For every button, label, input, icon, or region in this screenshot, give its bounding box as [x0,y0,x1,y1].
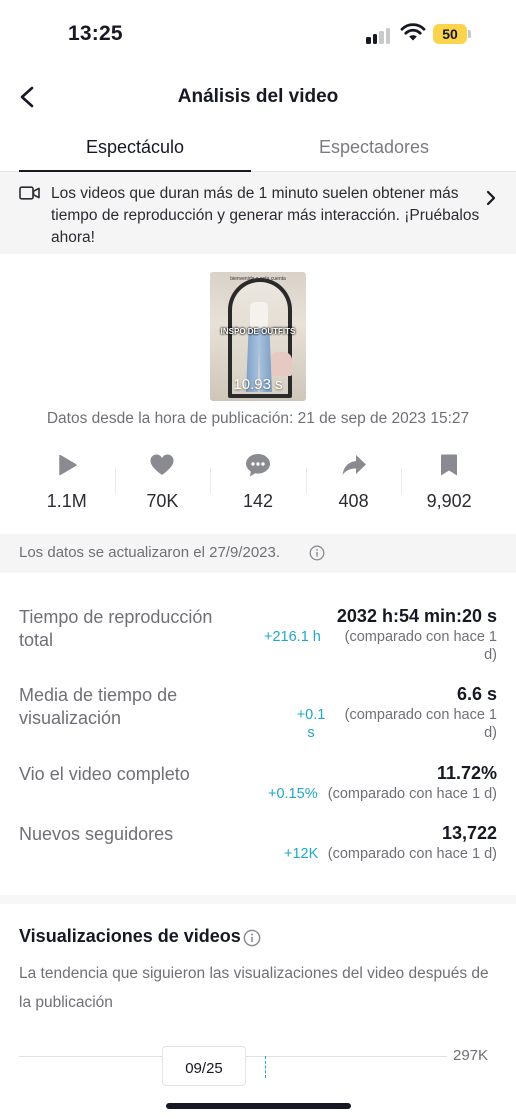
metric-compare: (comparado con hace 1 d) [327,846,497,862]
metric-compare: (comparado con hace 1 d) [344,707,497,741]
stat-views: 1.1M [19,446,115,518]
metric-label: Vio el video completo [19,764,190,784]
stat-saves: 9,902 [401,446,497,518]
metric-delta: +12K [284,846,319,862]
metric-delta: +0.1 s [296,707,326,741]
chevron-right-icon [486,190,496,206]
section-title: Visualizaciones de videos [19,926,241,946]
metric-avg-watch-time: Media de tiempo de visualización 6.6 s +… [0,684,516,744]
home-indicator[interactable] [166,1103,351,1109]
cellular-signal-icon [366,26,392,44]
status-time: 13:25 [68,22,123,45]
video-thumbnail[interactable]: bienvenida a esta cuenta INSPO DE OUTFIT… [210,272,306,401]
data-updated-bar: Los datos se actualizaron el 27/9/2023. [0,534,516,573]
header: Análisis del video [0,70,516,126]
section-description: La tendencia que siguieron las visualiza… [19,965,489,1011]
metric-watch-time: Tiempo de reproducción total 2032 h:54 m… [0,606,516,666]
metric-label: Nuevos seguidores [19,824,174,844]
chart-cursor [265,1056,266,1078]
metric-value: 2032 h:54 min:20 s [336,606,497,626]
metric-compare: (comparado con hace 1 d) [344,629,497,663]
metric-label: Tiempo de reproducción total [19,607,213,650]
bookmark-icon [441,454,458,476]
metric-completed: Vio el video completo 11.72% +0.15% (com… [0,763,516,803]
metric-compare: (comparado con hace 1 d) [327,786,497,802]
thumbnail-caption: INSPO DE OUTFITS [220,327,296,336]
banner-text: Los videos que duran más de 1 minuto sue… [51,185,480,246]
stat-value: 408 [338,491,369,511]
published-date: Datos desde la hora de publicación: 21 d… [46,410,470,427]
tab-bar: Espectáculo Espectadores [0,126,516,172]
metric-delta: +216.1 h [264,629,321,645]
tab-espectaculo[interactable]: Espectáculo [19,126,251,172]
stat-value: 9,902 [426,491,472,511]
battery-level: 50 [433,24,467,44]
chart-max-label: 297K [453,1047,489,1064]
info-icon[interactable] [309,545,325,561]
engagement-stats: 1.1M 70K 142 408 9,902 [19,446,497,518]
metric-new-followers: Nuevos seguidores 13,722 +12K (comparado… [0,823,516,863]
stat-value: 1.1M [46,491,87,511]
battery-icon: 50 [433,24,471,44]
video-camera-icon [19,186,40,200]
stat-value: 142 [242,491,273,511]
stat-value: 70K [146,491,179,511]
metric-value: 6.6 s [456,684,497,704]
info-icon[interactable] [243,929,261,947]
page-title: Análisis del video [177,86,339,107]
metric-value: 11.72% [436,763,497,783]
stat-shares: 408 [305,446,402,518]
share-icon [342,455,366,475]
stat-likes: 70K [114,446,211,518]
tab-espectadores[interactable]: Espectadores [258,126,490,172]
thumbnail-caption-small: bienvenida a esta cuenta [230,276,286,282]
metric-label: Media de tiempo de visualización [19,685,178,728]
metric-value: 13,722 [441,823,497,843]
stat-comments: 142 [210,446,306,518]
tip-banner[interactable]: Los videos que duran más de 1 minuto sue… [0,172,516,254]
play-icon [59,454,77,476]
comment-icon [245,454,270,477]
section-divider [0,895,516,904]
metric-delta: +0.15% [268,786,318,802]
wifi-icon [400,23,426,41]
chart-date-tooltip: 09/25 [162,1046,246,1086]
data-updated-text: Los datos se actualizaron el 27/9/2023. [19,544,281,561]
status-bar: 13:25 50 [0,0,516,70]
heart-icon [150,454,174,475]
video-duration: 10.93 s [233,376,283,393]
